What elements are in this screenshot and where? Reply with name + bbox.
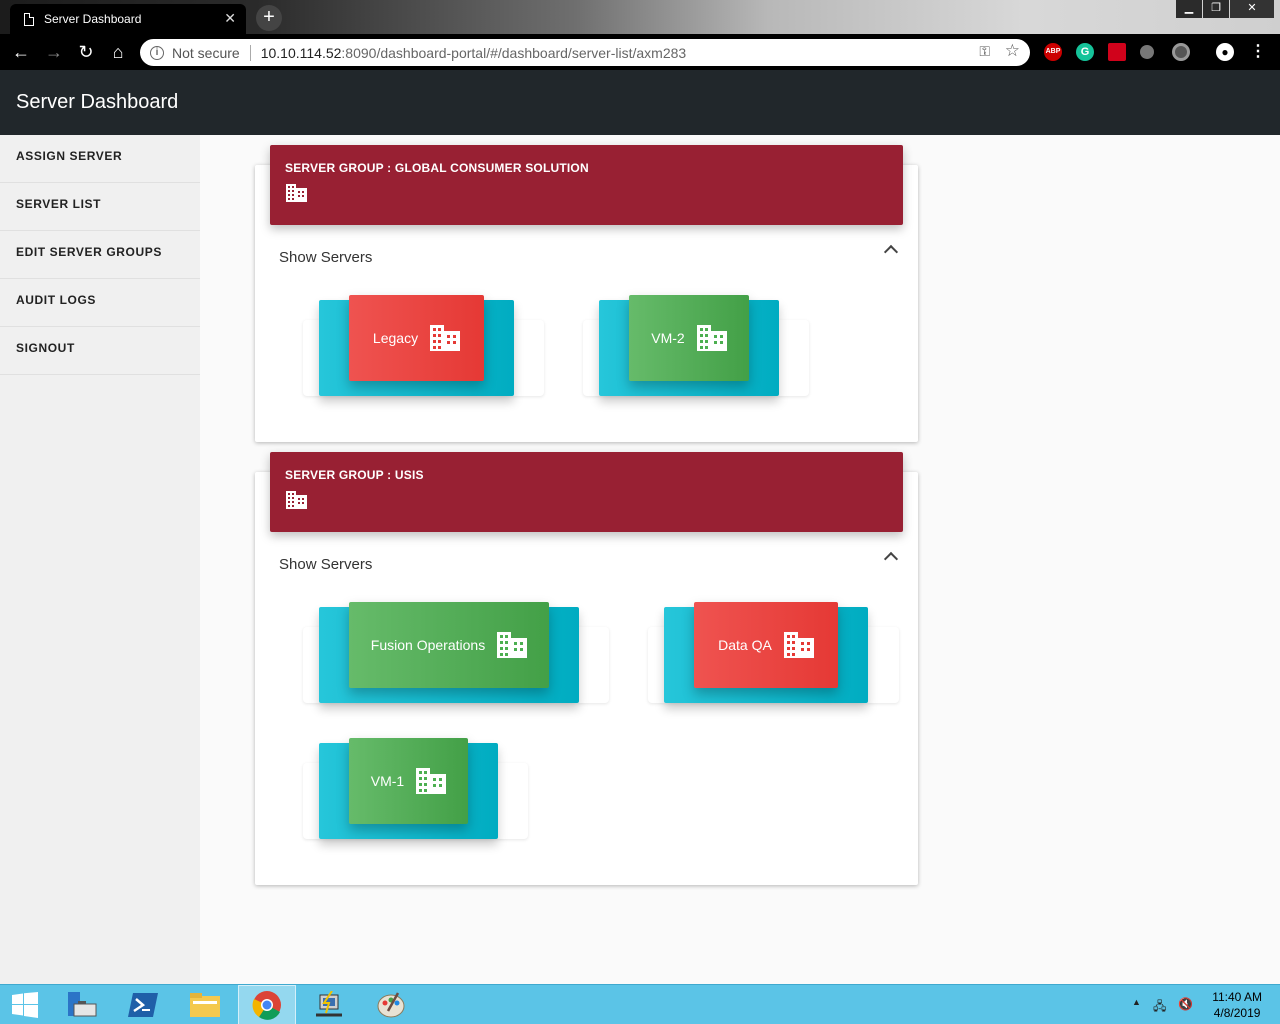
sidebar-item-signout[interactable]: SIGNOUT (0, 327, 200, 375)
server-name: VM-1 (370, 773, 405, 789)
app-header: Server Dashboard (0, 70, 1280, 135)
server-group-card: SERVER GROUP : GLOBAL CONSUMER SOLUTION … (255, 145, 918, 442)
home-icon[interactable]: ⌂ (106, 40, 130, 64)
tray-expand-icon[interactable]: ▲ (1132, 997, 1141, 1007)
security-label: Not secure (172, 44, 240, 61)
powershell-icon[interactable] (114, 985, 172, 1024)
building-icon (783, 632, 814, 658)
network-tool-icon[interactable] (300, 985, 358, 1024)
server-tile[interactable]: VM-2 (629, 295, 749, 381)
building-icon (696, 325, 727, 351)
building-icon (430, 325, 461, 351)
show-servers-toggle[interactable]: Show Servers (279, 556, 372, 573)
page-icon (24, 12, 34, 26)
building-icon (416, 768, 447, 794)
group-header: SERVER GROUP : GLOBAL CONSUMER SOLUTION (270, 145, 903, 225)
server-tile[interactable]: Legacy (349, 295, 484, 381)
divider (249, 44, 251, 61)
chrome-icon[interactable] (238, 985, 296, 1024)
key-icon[interactable]: ⚿ (979, 43, 990, 60)
sidebar-item-server-list[interactable]: SERVER LIST (0, 183, 200, 231)
clock-time: 11:40 AM (1212, 990, 1262, 1004)
bookmark-star-icon[interactable]: ☆ (1005, 41, 1020, 61)
building-icon (286, 184, 307, 202)
browser-tab-strip: Server Dashboard ✕ + ▁ ❐ ✕ (0, 0, 1280, 34)
forward-icon[interactable]: → (42, 40, 66, 64)
red-extension-icon[interactable] (1108, 43, 1126, 61)
system-clock[interactable]: 11:40 AM 4/8/2019 (1212, 989, 1262, 1021)
server-tile[interactable]: Fusion Operations (349, 602, 549, 688)
browser-tab[interactable]: Server Dashboard ✕ (10, 4, 246, 34)
server-name: Fusion Operations (370, 637, 486, 653)
server-tile[interactable]: Data QA (694, 602, 838, 688)
server-manager-icon[interactable] (52, 985, 110, 1024)
server-name: Legacy (372, 330, 419, 346)
sidebar-item-audit-logs[interactable]: AUDIT LOGS (0, 279, 200, 327)
close-window-button[interactable]: ✕ (1230, 0, 1274, 18)
group-title: SERVER GROUP : USIS (285, 468, 424, 482)
restore-button[interactable]: ❐ (1203, 0, 1229, 18)
server-group-card: SERVER GROUP : USIS Show Servers Fusion … (255, 452, 918, 885)
volume-muted-icon[interactable]: 🔇 (1178, 997, 1193, 1011)
group-title: SERVER GROUP : GLOBAL CONSUMER SOLUTION (285, 161, 589, 175)
group-header: SERVER GROUP : USIS (270, 452, 903, 532)
clock-date: 4/8/2019 (1213, 1006, 1261, 1020)
server-name: VM-2 (651, 330, 685, 346)
browser-toolbar: ← → ↻ ⌂ i Not secure 10.10.114.52:8090/d… (0, 34, 1280, 70)
show-servers-toggle[interactable]: Show Servers (279, 249, 372, 266)
page-title: Server Dashboard (16, 91, 179, 113)
sidebar: ASSIGN SERVER SERVER LIST EDIT SERVER GR… (0, 135, 200, 984)
network-icon[interactable]: 🖧 (1153, 997, 1166, 1018)
paint-icon[interactable] (362, 985, 420, 1024)
sidebar-item-edit-server-groups[interactable]: EDIT SERVER GROUPS (0, 231, 200, 279)
circle-extension-icon[interactable] (1172, 43, 1190, 61)
file-explorer-icon[interactable] (176, 985, 234, 1024)
menu-icon[interactable]: ⋮ (1250, 43, 1266, 61)
profile-icon[interactable]: ● (1216, 43, 1234, 61)
sidebar-item-assign-server[interactable]: ASSIGN SERVER (0, 135, 200, 183)
reload-icon[interactable]: ↻ (74, 40, 98, 64)
new-tab-button[interactable]: + (256, 5, 282, 31)
url-host: 10.10.114.52 (260, 44, 342, 61)
server-name: Data QA (718, 637, 772, 653)
window-controls: ▁ ❐ ✕ (1175, 0, 1274, 18)
building-icon (286, 491, 307, 509)
info-icon[interactable]: i (150, 45, 164, 60)
location-icon[interactable] (1140, 45, 1154, 59)
url-path: :8090/dashboard-portal/#/dashboard/serve… (341, 44, 687, 61)
taskbar: ▲ 🖧 🔇 11:40 AM 4/8/2019 (0, 984, 1280, 1024)
grammarly-icon[interactable]: G (1076, 43, 1094, 61)
address-bar[interactable]: i Not secure 10.10.114.52:8090/dashboard… (140, 39, 1030, 66)
back-icon[interactable]: ← (9, 40, 33, 64)
tab-title: Server Dashboard (44, 12, 142, 26)
chevron-up-icon[interactable] (883, 551, 899, 567)
windows-start-icon[interactable] (0, 985, 50, 1024)
tab-close-icon[interactable]: ✕ (224, 10, 236, 27)
server-tile[interactable]: VM-1 (349, 738, 468, 824)
chevron-up-icon[interactable] (883, 244, 899, 260)
building-icon (497, 632, 528, 658)
minimize-button[interactable]: ▁ (1176, 0, 1202, 18)
abp-icon[interactable]: ABP (1044, 43, 1062, 61)
